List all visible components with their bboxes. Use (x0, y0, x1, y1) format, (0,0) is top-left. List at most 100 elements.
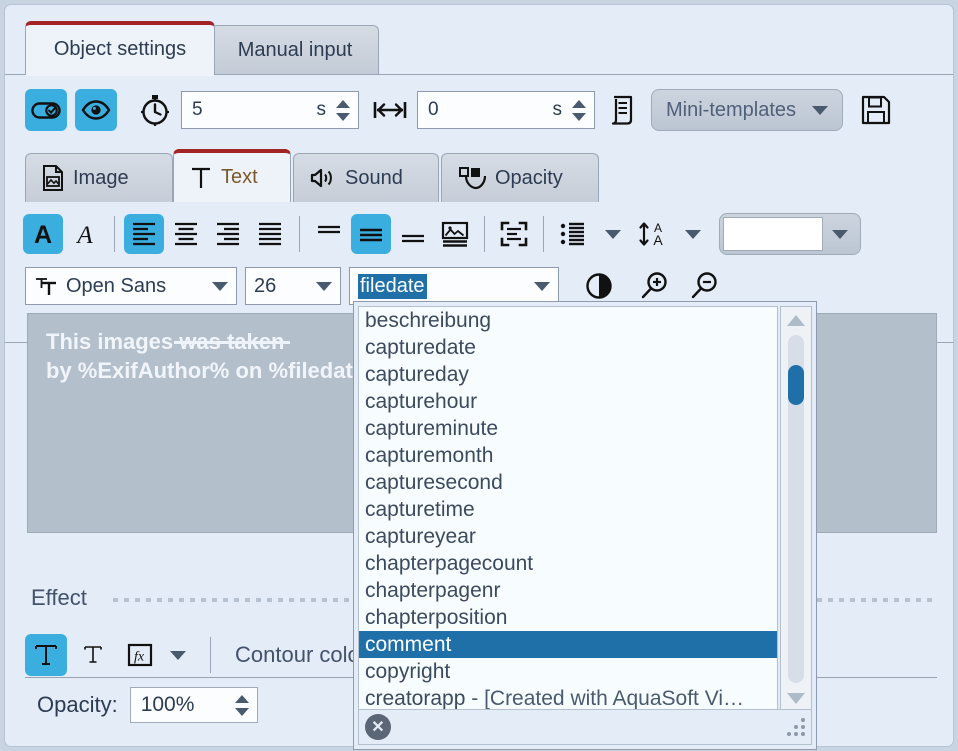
opacity-label: Opacity: (37, 692, 118, 718)
text-color-swatch[interactable] (723, 217, 823, 251)
valign-middle-button[interactable] (351, 214, 391, 254)
font-size-combo[interactable]: 26 (245, 267, 341, 305)
dropdown-item-label: captureyear (365, 525, 476, 548)
transition-stepper[interactable] (572, 100, 590, 121)
tab-object-settings[interactable]: Object settings (25, 21, 215, 74)
toolbar-divider (543, 216, 544, 252)
duration-stepper[interactable] (336, 100, 354, 121)
dropdown-item[interactable]: chapterpagenr (359, 577, 777, 604)
zoom-out-button[interactable] (689, 271, 719, 301)
object-settings-window: Object settings Manual input (4, 4, 954, 747)
text-color-dropdown[interactable] (823, 230, 857, 239)
toolbar-divider (299, 216, 300, 252)
zoom-in-button[interactable] (639, 271, 669, 301)
text-outline-button[interactable] (25, 634, 67, 676)
valign-top-button[interactable] (309, 214, 349, 254)
dropdown-item[interactable]: copyright (359, 658, 777, 685)
dropdown-item[interactable]: capturesecond (359, 469, 777, 496)
bold-button[interactable]: A (23, 214, 63, 254)
dropdown-item[interactable]: comment (359, 631, 777, 658)
align-center-button[interactable] (166, 214, 206, 254)
fx-button[interactable]: fx (119, 634, 161, 676)
stepper-up-icon[interactable] (235, 695, 249, 703)
subtab-opacity[interactable]: Opacity (441, 153, 599, 202)
opacity-input[interactable]: 100% (130, 687, 258, 723)
vertical-align-bottom-icon (399, 221, 427, 247)
chain-check-toggle-button[interactable] (25, 89, 67, 131)
mini-templates-button[interactable]: Mini-templates (651, 89, 843, 131)
font-family-combo[interactable]: Open Sans (25, 267, 237, 305)
script-button[interactable] (609, 95, 637, 125)
opacity-value: 100% (141, 693, 235, 717)
dropdown-item[interactable]: capturedate (359, 334, 777, 361)
image-file-icon (42, 165, 64, 191)
dropdown-item[interactable]: chapterposition (359, 604, 777, 631)
align-left-button[interactable] (124, 214, 164, 254)
duration-value: 5 (192, 99, 317, 121)
dropdown-item[interactable]: captureday (359, 361, 777, 388)
top-tab-strip: Object settings Manual input (5, 5, 953, 75)
chevron-down-icon[interactable] (170, 651, 186, 660)
scroll-up-arrow-icon (787, 315, 805, 326)
effect-section-title: Effect (31, 585, 87, 611)
scroll-down-button[interactable] (781, 685, 811, 711)
dropdown-item-label: chapterpagenr (365, 579, 500, 602)
chevron-down-icon[interactable] (605, 230, 621, 239)
scrollbar-track[interactable] (788, 335, 804, 683)
subtab-sound-label: Sound (345, 167, 403, 190)
visibility-toggle-button[interactable] (75, 89, 117, 131)
subtab-active-join (174, 341, 290, 344)
contrast-button[interactable] (585, 272, 613, 300)
valign-bottom-button[interactable] (393, 214, 433, 254)
stepper-up-icon[interactable] (336, 100, 350, 108)
opacity-stepper[interactable] (235, 695, 253, 716)
tab-manual-input-label: Manual input (238, 39, 353, 62)
dropdown-item-label: chapterpagecount (365, 552, 533, 575)
dropdown-item[interactable]: capturehour (359, 388, 777, 415)
align-right-button[interactable] (208, 214, 248, 254)
eye-icon (81, 99, 111, 121)
stepper-down-icon[interactable] (336, 113, 350, 121)
stepper-down-icon[interactable] (572, 113, 586, 121)
text-outline-icon (32, 641, 60, 669)
font-family-value: Open Sans (66, 275, 166, 298)
dropdown-scrollbar[interactable] (780, 306, 812, 712)
image-background-button[interactable] (435, 214, 475, 254)
stepper-down-icon[interactable] (235, 708, 249, 716)
dropdown-item[interactable]: creatorapp - [Created with AquaSoft Vi… (359, 685, 777, 712)
dropdown-item[interactable]: captureminute (359, 415, 777, 442)
variable-combo[interactable]: filedate (349, 267, 559, 305)
text-frame-button[interactable] (494, 214, 534, 254)
align-justify-button[interactable] (250, 214, 290, 254)
tab-manual-input[interactable]: Manual input (211, 25, 379, 74)
scroll-up-button[interactable] (781, 307, 811, 333)
text-shadow-button[interactable] (72, 634, 114, 676)
dropdown-item[interactable]: beschreibung (359, 307, 777, 334)
scrollbar-thumb[interactable] (788, 365, 804, 405)
dropdown-item-label: capturesecond (365, 471, 503, 494)
dropdown-item[interactable]: captureyear (359, 523, 777, 550)
object-toolbar: 5 s 0 s (5, 75, 953, 145)
dropdown-item[interactable]: capturemonth (359, 442, 777, 469)
dropdown-item-description: - [Created with AquaSoft Vi… (465, 687, 744, 710)
line-spacing-button[interactable]: A A (633, 214, 673, 254)
bullet-list-button[interactable] (553, 214, 593, 254)
dropdown-item[interactable]: chapterpagecount (359, 550, 777, 577)
resize-grip-icon[interactable] (785, 718, 805, 736)
italic-button[interactable]: A (65, 214, 105, 254)
stepper-up-icon[interactable] (572, 100, 586, 108)
transition-input[interactable]: 0 s (417, 91, 595, 129)
chevron-down-icon[interactable] (685, 230, 701, 239)
variable-dropdown-list[interactable]: beschreibungcapturedatecapturedaycapture… (358, 306, 778, 712)
text-color-picker[interactable] (719, 213, 861, 255)
close-circle-icon[interactable]: ✕ (365, 714, 391, 740)
subtab-text[interactable]: Text (173, 149, 291, 202)
subtab-image[interactable]: Image (25, 153, 173, 202)
dropdown-item[interactable]: capturetime (359, 496, 777, 523)
save-template-button[interactable] (861, 95, 891, 125)
vertical-align-top-icon (315, 221, 343, 247)
duration-input[interactable]: 5 s (181, 91, 359, 129)
text-t-icon (190, 165, 212, 191)
subtab-sound[interactable]: Sound (293, 153, 439, 202)
dropdown-item-label: comment (365, 633, 451, 656)
